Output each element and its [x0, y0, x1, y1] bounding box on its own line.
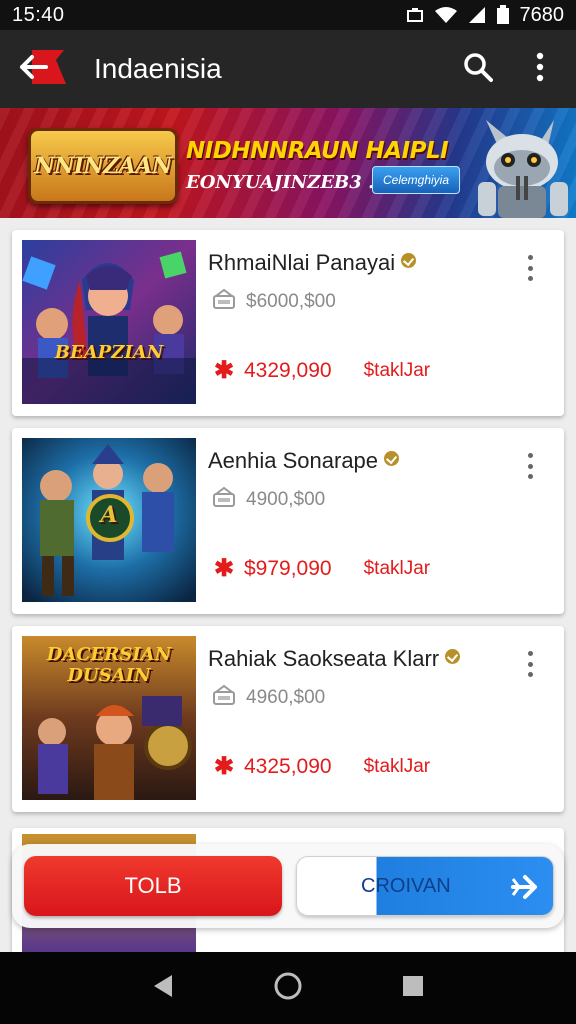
thumbnail-caption: DACERSIAN DUSAIN — [46, 644, 172, 686]
wallet-icon — [212, 684, 236, 711]
thumbnail-caption: A — [100, 502, 118, 528]
circle-home-icon — [273, 971, 303, 1006]
listing-meta: 4900,$00 — [212, 486, 325, 513]
game-thumbnail: BEAPZIAN — [22, 240, 196, 404]
wifi-icon — [434, 6, 458, 24]
back-arrow-icon — [16, 46, 70, 93]
search-icon — [463, 52, 493, 87]
listing-card[interactable]: A Aenhia Sonarape 4900,$00 ✱ $979,090 $t… — [12, 428, 564, 614]
wallet-icon — [212, 288, 236, 315]
page-title: Indaenisia — [94, 53, 222, 84]
banner-cta-button[interactable]: Celemghiyia — [372, 166, 460, 194]
triangle-back-icon — [152, 973, 174, 1004]
status-time: 15:40 — [12, 3, 65, 26]
asterisk-icon: ✱ — [214, 357, 235, 384]
price-row: ✱ $979,090 $taklJar — [214, 554, 430, 583]
wallet-icon — [212, 486, 236, 513]
price-row: ✱ 4325,090 $taklJar — [214, 752, 430, 781]
asterisk-icon: ✱ — [214, 753, 235, 780]
promo-banner[interactable]: NNINZAAN NIDHNNRAUN HAIPLI EONYUAJINZEB3… — [0, 108, 576, 218]
battery-icon — [496, 5, 510, 25]
banner-game-logo: NNINZAAN — [28, 128, 178, 204]
primary-action-button[interactable]: TOLB — [24, 856, 282, 916]
send-arrow-icon — [509, 873, 539, 906]
listing-title-text: RhmaiNlai Panayai — [208, 250, 396, 275]
banner-subline: EONYUAJINZEB3 . — [186, 172, 375, 193]
secondary-action-label: CROIVAN — [361, 875, 451, 897]
listing-price: 4325,090 — [244, 754, 332, 778]
game-thumbnail: DACERSIAN DUSAIN — [22, 636, 196, 800]
game-thumbnail: A — [22, 438, 196, 602]
verified-badge-icon — [445, 649, 461, 664]
search-button[interactable] — [458, 49, 498, 89]
listing-title-text: Rahiak Saokseata Klarr — [208, 646, 440, 671]
listing-title: RhmaiNlai Panayai — [208, 250, 417, 276]
verified-badge-icon — [401, 253, 417, 268]
listing-tag: $taklJar — [363, 359, 431, 381]
listing-meta: $6000,$00 — [212, 288, 336, 315]
listing-card[interactable]: DACERSIAN DUSAIN Rahiak Saokseata Klarr … — [12, 626, 564, 812]
more-vertical-icon — [536, 52, 544, 87]
listing-price: 4329,090 — [244, 358, 332, 382]
bottom-action-bar: TOLB CROIVAN — [12, 844, 564, 928]
asterisk-icon: ✱ — [214, 555, 235, 582]
listing-meta: 4960,$00 — [212, 684, 325, 711]
listing-meta-value: 4960,$00 — [246, 686, 326, 708]
card-more-button[interactable] — [520, 252, 540, 284]
notification-icon — [406, 6, 424, 24]
secondary-action-button[interactable]: CROIVAN — [296, 856, 554, 916]
robot-mascot-image — [468, 116, 576, 218]
app-bar: Indaenisia — [0, 30, 576, 108]
battery-level: 7680 — [519, 3, 565, 26]
banner-logo-text: NNINZAAN — [34, 153, 172, 179]
listing-title-text: Aenhia Sonarape — [208, 448, 379, 473]
nav-home-button[interactable] — [264, 964, 312, 1012]
listing-meta-value: 4900,$00 — [246, 488, 326, 510]
overflow-menu-button[interactable] — [520, 49, 560, 89]
back-button[interactable] — [16, 42, 80, 96]
card-more-button[interactable] — [520, 648, 540, 680]
status-bar: 15:40 7680 — [0, 0, 576, 30]
square-recents-icon — [401, 974, 425, 1003]
banner-headline: NIDHNNRAUN HAIPLI — [186, 138, 449, 164]
listing-meta-value: $6000,$00 — [246, 290, 336, 312]
thumbnail-caption: BEAPZIAN — [54, 342, 164, 363]
listing-tag: $taklJar — [363, 755, 431, 777]
listing-price: $979,090 — [244, 556, 332, 580]
listing-title: Rahiak Saokseata Klarr — [208, 646, 461, 672]
nav-back-button[interactable] — [139, 964, 187, 1012]
system-nav-bar — [0, 952, 576, 1024]
listing-title: Aenhia Sonarape — [208, 448, 400, 474]
price-row: ✱ 4329,090 $taklJar — [214, 356, 430, 385]
signal-icon — [468, 6, 486, 24]
nav-recents-button[interactable] — [389, 964, 437, 1012]
card-more-button[interactable] — [520, 450, 540, 482]
listing-card[interactable]: BEAPZIAN RhmaiNlai Panayai $6000,$00 ✱ 4… — [12, 230, 564, 416]
listing-tag: $taklJar — [363, 557, 431, 579]
verified-badge-icon — [384, 451, 400, 466]
